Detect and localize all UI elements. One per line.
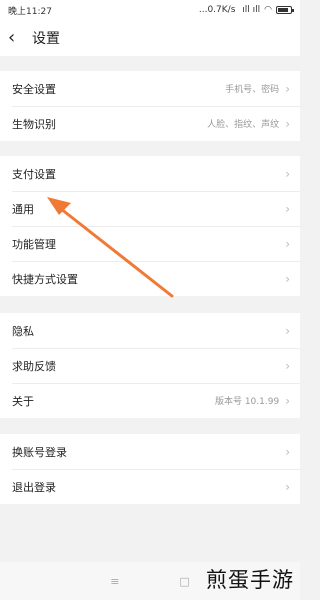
row-general[interactable]: 通用 › — [0, 191, 300, 226]
battery-level — [278, 8, 288, 12]
status-bar: 晚上11:27 ...0.7K/s ıll ıll ◠ — [0, 0, 300, 20]
wifi-icon: ◠ — [264, 5, 272, 15]
settings-group-account: 安全设置 手机号、密码 › 生物识别 人脸、指纹、声纹 › — [0, 71, 300, 141]
row-value: 人脸、指纹、声纹 — [207, 120, 280, 130]
row-logout[interactable]: 退出登录 › — [0, 469, 300, 504]
chevron-right-icon: › — [285, 201, 290, 216]
chevron-right-icon: › — [285, 166, 290, 181]
row-label: 求助反馈 — [12, 359, 56, 373]
status-time: 晚上11:27 — [8, 6, 52, 17]
row-value: 手机号、密码 — [225, 85, 280, 95]
chevron-left-icon[interactable]: ‹ — [8, 29, 30, 47]
chevron-right-icon: › — [285, 323, 290, 338]
chevron-right-icon: › — [285, 358, 290, 373]
chevron-right-icon: › — [285, 479, 290, 494]
row-shortcut-settings[interactable]: 快捷方式设置 › — [0, 261, 300, 296]
settings-group-general: 支付设置 › 通用 › 功能管理 › 快捷方式设置 › — [0, 156, 300, 296]
row-switch-account[interactable]: 换账号登录 › — [0, 434, 300, 469]
row-value: 版本号 10.1.99 — [214, 397, 280, 407]
chevron-right-icon: › — [285, 81, 290, 96]
row-label: 支付设置 — [12, 167, 56, 181]
battery-icon — [276, 6, 294, 14]
chevron-right-icon: › — [285, 116, 290, 131]
row-biometrics[interactable]: 生物识别 人脸、指纹、声纹 › — [0, 106, 300, 141]
row-help-feedback[interactable]: 求助反馈 › — [0, 348, 300, 383]
row-about[interactable]: 关于 版本号 10.1.99 › — [0, 383, 300, 418]
row-label: 关于 — [12, 394, 34, 408]
watermark: 煎蛋手游 — [206, 568, 294, 592]
row-label: 隐私 — [12, 324, 34, 338]
row-payment-settings[interactable]: 支付设置 › — [0, 156, 300, 191]
row-label: 安全设置 — [12, 82, 56, 96]
row-label: 生物识别 — [12, 117, 56, 131]
chevron-right-icon: › — [285, 444, 290, 459]
row-privacy[interactable]: 隐私 › — [0, 313, 300, 348]
row-label: 换账号登录 — [12, 445, 67, 459]
chevron-right-icon: › — [285, 393, 290, 408]
chevron-right-icon: › — [285, 236, 290, 251]
menu-icon[interactable]: ≡ — [110, 575, 119, 588]
home-icon[interactable]: □ — [179, 575, 189, 588]
row-label: 快捷方式设置 — [12, 272, 78, 286]
settings-group-account-actions: 换账号登录 › 退出登录 › — [0, 434, 300, 504]
row-label: 功能管理 — [12, 237, 56, 251]
row-label: 退出登录 — [12, 480, 56, 494]
row-feature-management[interactable]: 功能管理 › — [0, 226, 300, 261]
chevron-right-icon: › — [285, 271, 290, 286]
settings-group-info: 隐私 › 求助反馈 › 关于 版本号 10.1.99 › — [0, 313, 300, 418]
top-bar: ‹ 设置 — [0, 20, 300, 56]
row-security-settings[interactable]: 安全设置 手机号、密码 › — [0, 71, 300, 106]
page-title: 设置 — [32, 31, 60, 47]
row-label: 通用 — [12, 202, 34, 216]
status-icons: ...0.7K/s ıll ıll ◠ — [198, 5, 294, 15]
network-speed: ...0.7K/s — [198, 5, 236, 15]
signal-icon: ıll ıll — [239, 5, 261, 15]
